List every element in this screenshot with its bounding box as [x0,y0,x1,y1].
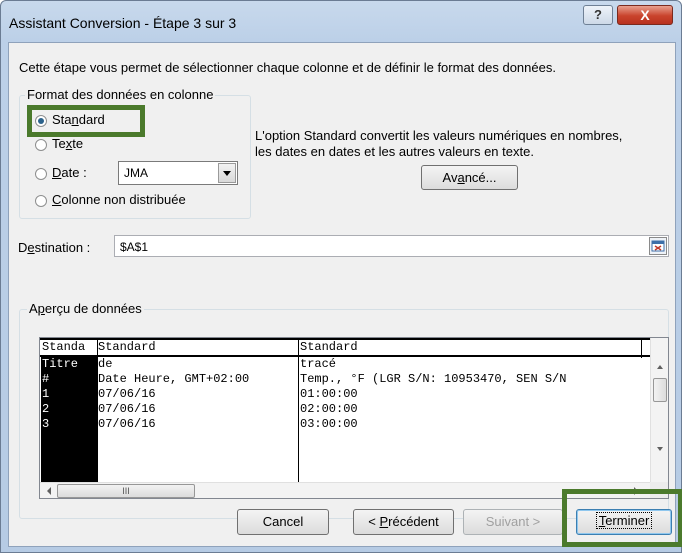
scroll-down-arrow-icon[interactable] [651,442,669,456]
date-format-value: JMA [124,166,148,180]
data-preview-legend: Aperçu de données [27,301,144,316]
preview-cell: 03:00:00 [300,417,358,431]
preview-cell: tracé [300,357,337,371]
range-selector-icon [651,240,665,252]
scroll-left-arrow-icon[interactable] [42,483,56,499]
chevron-down-icon [223,171,231,176]
standard-highlight-box [27,105,145,137]
close-button[interactable]: X [617,5,673,25]
date-radio[interactable] [35,168,47,180]
preview-cell: 07/06/16 [98,402,156,416]
vertical-scrollbar[interactable] [650,338,669,482]
skip-column-radio[interactable] [35,195,47,207]
preview-cell: 01:00:00 [300,387,358,401]
preview-cell: de [98,357,113,371]
data-preview-grid[interactable]: Standa Standard Standard Titre de tracé … [39,337,669,499]
column-header[interactable]: Standa [42,340,85,354]
scroll-up-arrow-icon[interactable] [651,360,669,374]
previous-button[interactable]: < Précédent [353,509,454,535]
preview-cell: 1 [42,387,50,401]
text-radio[interactable] [35,139,47,151]
finish-highlight-box [562,489,682,547]
preview-cell: Temp., °F (LGR S/N: 10953470, SEN S/N [300,372,567,386]
column-divider [641,338,642,358]
column-header[interactable]: Standard [98,340,156,354]
scroll-grip: III [122,486,130,496]
skip-column-label[interactable]: Colonne non distribuée [52,192,186,207]
dialog-title: Assistant Conversion - Étape 3 sur 3 [9,15,237,31]
title-bar[interactable]: Assistant Conversion - Étape 3 sur 3 ? X [1,1,681,41]
preview-cell: 3 [42,417,50,431]
conversion-wizard-dialog: Assistant Conversion - Étape 3 sur 3 ? X… [0,0,682,553]
preview-cell: 02:00:00 [300,402,358,416]
advanced-button[interactable]: Avancé... [421,165,518,190]
column-divider [298,338,299,498]
format-description: L'option Standard convertit les valeurs … [255,128,622,160]
format-description-line-1: L'option Standard convertit les valeurs … [255,128,623,143]
date-label[interactable]: Date : [52,165,87,180]
collapse-dialog-button[interactable] [649,237,667,255]
header-row-underline [40,355,650,357]
preview-cell: 07/06/16 [98,387,156,401]
preview-cell: 2 [42,402,50,416]
preview-cell: Date Heure, GMT+02:00 [98,372,250,386]
preview-cell: 07/06/16 [98,417,156,431]
column-header[interactable]: Standard [300,340,358,354]
destination-label: Destination : [18,240,91,255]
destination-value: $A$1 [120,240,149,254]
column-format-legend: Format des données en colonne [25,87,216,102]
horizontal-scroll-thumb[interactable]: III [57,484,195,498]
selected-column-highlight [41,356,97,498]
dropdown-arrow-button[interactable] [218,163,236,183]
help-button[interactable]: ? [583,5,613,25]
preview-cell: # [42,372,50,386]
format-description-line-2: les dates en dates et les autres valeurs… [255,144,534,159]
horizontal-scrollbar[interactable]: III [40,482,650,499]
cancel-button[interactable]: Cancel [237,509,329,535]
preview-cell: Titre [42,357,79,371]
date-format-select[interactable]: JMA [118,161,238,185]
next-button[interactable]: Suivant > [463,509,563,535]
vertical-scroll-thumb[interactable] [653,378,667,402]
text-label[interactable]: Texte [52,136,83,151]
destination-input[interactable]: $A$1 [114,235,669,257]
intro-text: Cette étape vous permet de sélectionner … [19,60,556,75]
